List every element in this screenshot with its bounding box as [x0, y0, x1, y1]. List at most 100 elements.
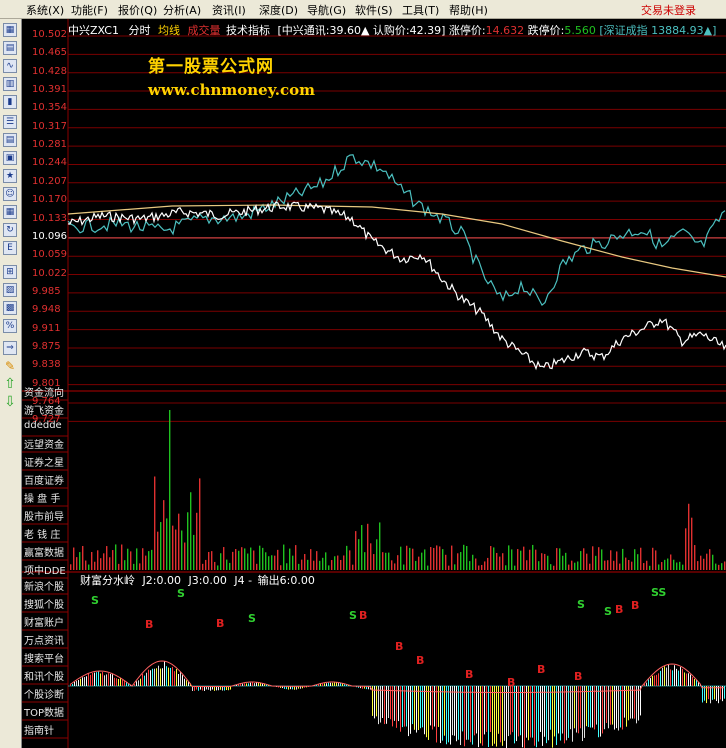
volume-bar: [172, 525, 174, 570]
side-link[interactable]: 证券之星: [24, 454, 64, 469]
menu-item-function[interactable]: 功能(F): [71, 2, 108, 18]
bar-chart-icon[interactable]: ▥: [3, 77, 17, 91]
volume-bar: [187, 512, 189, 570]
indicator-name[interactable]: 财富分水岭: [80, 574, 135, 587]
indicator-bar: [88, 673, 89, 686]
menu-item-system[interactable]: 系统(X): [26, 2, 64, 18]
side-link[interactable]: 财富账户: [24, 614, 64, 629]
menu-item-software[interactable]: 软件(S): [355, 2, 393, 18]
menu-item-quote[interactable]: 报价(Q): [118, 2, 157, 18]
side-link[interactable]: 指南针: [24, 722, 54, 737]
volume-bar: [505, 565, 507, 570]
side-link[interactable]: 赢富数据: [24, 544, 64, 559]
indicator-bar: [94, 672, 95, 686]
users-icon[interactable]: ☺: [3, 187, 17, 201]
volume-bar: [619, 563, 621, 570]
side-link[interactable]: 资金流向: [24, 384, 64, 399]
volume-bar: [643, 563, 645, 570]
volume-bar: [664, 559, 666, 570]
pencil-icon[interactable]: ✎: [3, 359, 17, 373]
tech-label[interactable]: 技术指标: [226, 24, 270, 37]
export-icon[interactable]: ⇒: [3, 341, 17, 355]
side-link[interactable]: 和讯个股: [24, 668, 64, 683]
price-tick-label: 10.391: [32, 84, 67, 96]
arrow-down-icon[interactable]: ⇩: [3, 395, 17, 409]
login-status[interactable]: 交易未登录: [641, 2, 696, 18]
indicator-bar: [400, 686, 401, 732]
indicator-bar: [456, 686, 457, 742]
side-link[interactable]: 新浪个股: [24, 578, 64, 593]
grid-icon[interactable]: ▦: [3, 23, 17, 37]
stock-name[interactable]: 中兴ZXC1: [68, 24, 119, 37]
volume-bar: [277, 549, 279, 570]
calendar-icon[interactable]: ▦: [3, 205, 17, 219]
line-chart-icon[interactable]: ∿: [3, 59, 17, 73]
menu-item-help[interactable]: 帮助(H): [449, 2, 488, 18]
chart-icon[interactable]: ▨: [3, 283, 17, 297]
vol-label[interactable]: 成交量: [187, 24, 220, 37]
star-icon[interactable]: ★: [3, 169, 17, 183]
table-icon[interactable]: ▤: [3, 41, 17, 55]
side-link[interactable]: 个股诊断: [24, 686, 64, 701]
volume-bar: [325, 552, 327, 570]
indicator-bar: [622, 686, 623, 730]
side-link[interactable]: 搜狐个股: [24, 596, 64, 611]
candle-icon[interactable]: ▮: [3, 95, 17, 109]
indicator-bar: [344, 684, 345, 686]
side-link[interactable]: 项中DDE: [24, 562, 66, 577]
menu-item-info[interactable]: 资讯(I): [212, 2, 246, 18]
indicator-bar: [478, 686, 479, 748]
side-link[interactable]: 万点资讯: [24, 632, 64, 647]
arrow-up-icon[interactable]: ⇧: [3, 377, 17, 391]
news-icon[interactable]: ▣: [3, 151, 17, 165]
avg-label[interactable]: 均线: [158, 24, 180, 37]
volume-bar: [118, 563, 120, 570]
side-link[interactable]: 百度证券: [24, 472, 64, 487]
side-link[interactable]: 老 钱 庄: [24, 526, 60, 541]
volume-bar: [262, 547, 264, 570]
indicator-bar: [598, 686, 599, 738]
buy-signal: B: [416, 654, 425, 667]
side-link[interactable]: ddedde: [24, 420, 62, 431]
menu-item-depth[interactable]: 深度(D): [259, 2, 298, 18]
menu-item-navigate[interactable]: 导航(G): [307, 2, 346, 18]
indicator-bar: [612, 686, 613, 725]
volume-bar: [205, 559, 207, 570]
side-link[interactable]: 游飞资金: [24, 402, 64, 417]
volume-bar: [520, 550, 522, 570]
side-link[interactable]: 搜索平台: [24, 650, 64, 665]
report-icon[interactable]: ▤: [3, 133, 17, 147]
menu-item-analysis[interactable]: 分析(A): [163, 2, 201, 18]
volume-bar: [136, 548, 138, 570]
side-link[interactable]: 股市前导: [24, 508, 64, 523]
indicator-bar: [154, 668, 155, 686]
indicator-bar: [680, 667, 681, 686]
indicator-bar: [182, 675, 183, 686]
side-link[interactable]: 远望资金: [24, 436, 64, 451]
indicator-bar: [248, 683, 249, 686]
refresh-icon[interactable]: ↻: [3, 223, 17, 237]
volume-bar: [634, 549, 636, 570]
menu-item-tools[interactable]: 工具(T): [402, 2, 439, 18]
mode-label[interactable]: 分时: [128, 24, 150, 37]
indicator-bar: [146, 672, 147, 686]
indicator-bar: [610, 686, 611, 725]
compare-icon[interactable]: ▩: [3, 301, 17, 315]
volume-bar: [706, 553, 708, 570]
zoom-icon[interactable]: ⊞: [3, 265, 17, 279]
percent-icon[interactable]: %: [3, 319, 17, 333]
volume-bar: [676, 562, 678, 570]
volume-bar: [199, 478, 201, 570]
volume-bar: [271, 555, 273, 570]
indicator-bar: [92, 673, 93, 686]
side-link[interactable]: 操 盘 手: [24, 490, 60, 505]
ext-icon[interactable]: E: [3, 241, 17, 255]
volume-bar: [613, 560, 615, 570]
indicator-bar: [334, 682, 335, 686]
list-icon[interactable]: ☰: [3, 115, 17, 129]
indicator-bar: [510, 686, 511, 735]
chart-area[interactable]: [22, 19, 726, 748]
side-link[interactable]: TOP数据: [24, 704, 64, 719]
volume-bar: [202, 563, 204, 570]
indicator-bar: [634, 686, 635, 719]
